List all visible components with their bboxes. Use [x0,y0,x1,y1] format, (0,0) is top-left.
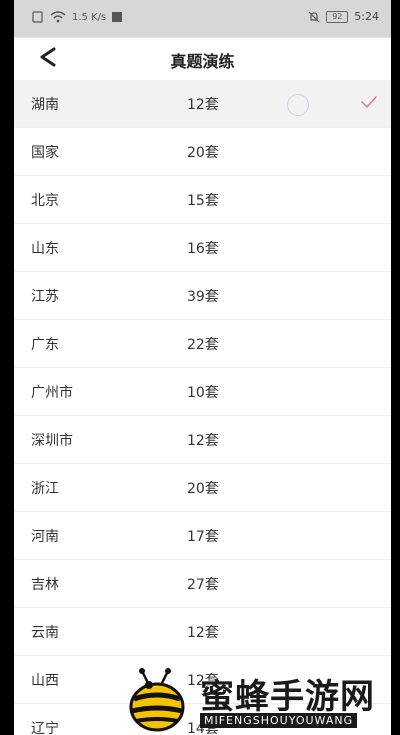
wifi-icon [50,11,66,23]
province-name: 湖南 [31,97,59,113]
list-item[interactable]: 山东 16套 [14,224,391,272]
province-name: 辽宁 [31,721,59,735]
radio-button[interactable] [287,94,309,116]
list-item[interactable]: 浙江 20套 [14,464,391,512]
status-bar: 1.5 K/s 92 5:24 [14,0,391,38]
province-name: 江苏 [31,289,59,305]
list-item[interactable]: 广东 22套 [14,320,391,368]
province-name: 北京 [31,193,59,209]
list-item[interactable]: 广州市 10套 [14,368,391,416]
province-name: 云南 [31,625,59,641]
mute-bell-icon [308,11,320,22]
set-count: 27套 [187,577,219,593]
list-item[interactable]: 北京 15套 [14,176,391,224]
province-name: 广州市 [31,385,73,401]
province-name: 吉林 [31,577,59,593]
province-name: 河南 [31,529,59,545]
status-time: 5:24 [354,10,379,23]
watermark-title: 蜜蜂手游网 [200,677,375,717]
status-left: 1.5 K/s [32,11,123,23]
bee-logo-icon [129,668,185,732]
set-count: 17套 [187,529,219,545]
checkmark-icon [361,96,377,108]
phone-screen: 1.5 K/s 92 5:24 真题演练 湖南 12套 国家 20套 北京 15… [14,0,391,735]
list-item[interactable]: 深圳市 12套 [14,416,391,464]
watermark-subtitle: MIFENGSHOUYOUWANG [200,713,358,728]
list-item[interactable]: 江苏 39套 [14,272,391,320]
set-count: 12套 [187,433,219,449]
province-name: 国家 [31,145,59,161]
watermark: 蜜蜂手游网 MIFENGSHOUYOUWANG [122,665,394,735]
list-item[interactable]: 湖南 12套 [14,80,391,128]
app-notification-icon [112,12,123,22]
set-count: 20套 [187,481,219,497]
province-name: 山东 [31,241,59,257]
set-count: 15套 [187,193,219,209]
set-count: 39套 [187,289,219,305]
province-name: 深圳市 [31,433,73,449]
battery-indicator: 92 [326,10,349,23]
set-count: 12套 [187,97,219,113]
header-bar: 真题演练 [14,38,391,81]
sim-icon [32,11,43,23]
province-name: 山西 [31,673,59,689]
set-count: 22套 [187,337,219,353]
list-item[interactable]: 国家 20套 [14,128,391,176]
set-count: 16套 [187,241,219,257]
set-count: 20套 [187,145,219,161]
page-title: 真题演练 [170,52,235,71]
list-item[interactable]: 云南 12套 [14,608,391,656]
status-right: 92 5:24 [308,10,379,23]
province-name: 浙江 [31,481,59,497]
province-list: 湖南 12套 国家 20套 北京 15套 山东 16套 江苏 39套 广东 22… [14,80,391,735]
network-speed: 1.5 K/s [72,11,107,23]
list-item[interactable]: 吉林 27套 [14,560,391,608]
set-count: 12套 [187,625,219,641]
list-item[interactable]: 河南 17套 [14,512,391,560]
set-count: 10套 [187,385,219,401]
province-name: 广东 [31,337,59,353]
